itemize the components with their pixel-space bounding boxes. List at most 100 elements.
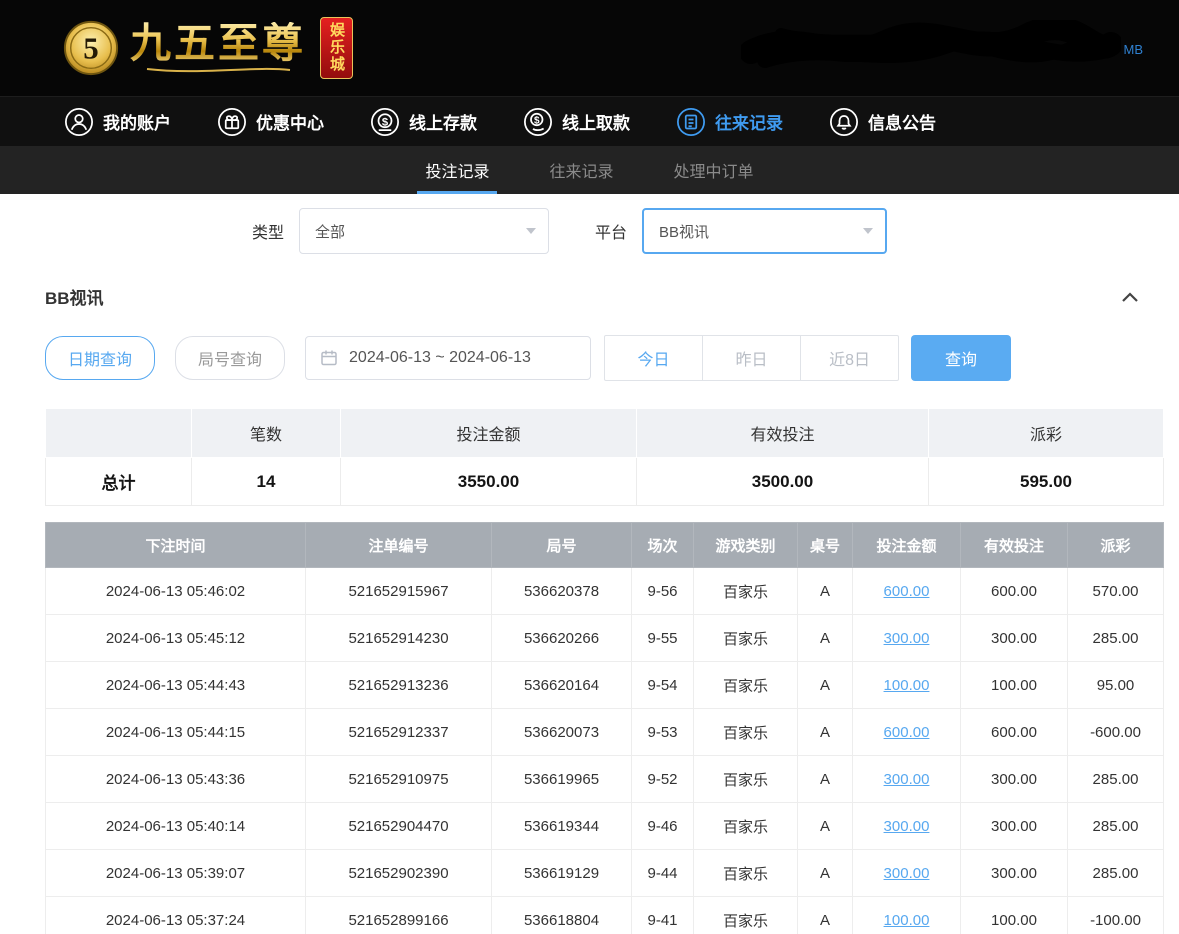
cell-table-no: A bbox=[798, 568, 853, 615]
yesterday-button[interactable]: 昨日 bbox=[702, 335, 801, 381]
col-table-no: 桌号 bbox=[798, 523, 853, 568]
bet-amount-link[interactable]: 300.00 bbox=[884, 818, 930, 835]
table-row: 2024-06-13 05:37:24 521652899166 5366188… bbox=[46, 897, 1164, 934]
cell-bet-id: 521652913236 bbox=[306, 662, 492, 709]
col-valid-bet: 有效投注 bbox=[961, 523, 1068, 568]
cell-bet-id: 521652910975 bbox=[306, 756, 492, 803]
svg-text:$: $ bbox=[534, 115, 540, 126]
cell-valid-bet: 300.00 bbox=[961, 850, 1068, 897]
cell-bet-id: 521652915967 bbox=[306, 568, 492, 615]
summary-header-count: 笔数 bbox=[192, 409, 341, 458]
cell-valid-bet: 300.00 bbox=[961, 756, 1068, 803]
cell-round-id: 536619344 bbox=[492, 803, 632, 850]
cell-table-no: A bbox=[798, 662, 853, 709]
coin-logo-icon: 5 bbox=[62, 19, 120, 77]
cell-bet-time: 2024-06-13 05:43:36 bbox=[46, 756, 306, 803]
table-row: 2024-06-13 05:44:15 521652912337 5366200… bbox=[46, 709, 1164, 756]
cell-session: 9-56 bbox=[632, 568, 694, 615]
tab-label: 处理中订单 bbox=[674, 158, 754, 182]
cell-bet-amount: 300.00 bbox=[853, 615, 961, 662]
nav-item-withdraw[interactable]: $ 线上取款 bbox=[523, 107, 630, 137]
cell-bet-time: 2024-06-13 05:44:43 bbox=[46, 662, 306, 709]
nav-item-transaction-records[interactable]: 往来记录 bbox=[676, 107, 783, 137]
summary-header-valid-bet: 有效投注 bbox=[637, 409, 929, 458]
cell-table-no: A bbox=[798, 803, 853, 850]
cell-valid-bet: 100.00 bbox=[961, 897, 1068, 934]
summary-payout: 595.00 bbox=[929, 458, 1164, 506]
bet-amount-link[interactable]: 600.00 bbox=[884, 583, 930, 600]
cell-session: 9-44 bbox=[632, 850, 694, 897]
redacted-area bbox=[741, 20, 1121, 76]
cell-bet-id: 521652904470 bbox=[306, 803, 492, 850]
nav-label: 往来记录 bbox=[715, 109, 783, 134]
chevron-down-icon bbox=[526, 228, 536, 234]
section-header: BB视讯 bbox=[0, 254, 1179, 309]
summary-table: 笔数 投注金额 有效投注 派彩 总计 14 3550.00 3500.00 59… bbox=[45, 408, 1164, 506]
bet-amount-link[interactable]: 300.00 bbox=[884, 865, 930, 882]
collapse-button[interactable] bbox=[1121, 291, 1139, 303]
bet-amount-link[interactable]: 100.00 bbox=[884, 912, 930, 929]
currency-suffix: MB bbox=[1124, 42, 1144, 57]
top-header: 5 九五至尊 娱乐城 MB bbox=[0, 0, 1179, 96]
date-query-button[interactable]: 日期查询 bbox=[45, 336, 155, 380]
cell-payout: 570.00 bbox=[1068, 568, 1164, 615]
platform-filter-label: 平台 bbox=[595, 219, 627, 243]
col-payout: 派彩 bbox=[1068, 523, 1164, 568]
cell-bet-amount: 600.00 bbox=[853, 709, 961, 756]
cell-session: 9-54 bbox=[632, 662, 694, 709]
cell-round-id: 536620266 bbox=[492, 615, 632, 662]
platform-select[interactable]: BB视讯 bbox=[642, 208, 887, 254]
cell-payout: 95.00 bbox=[1068, 662, 1164, 709]
cell-game-type: 百家乐 bbox=[694, 897, 798, 934]
summary-header-bet-amount: 投注金额 bbox=[341, 409, 637, 458]
cell-bet-id: 521652902390 bbox=[306, 850, 492, 897]
cell-session: 9-53 bbox=[632, 709, 694, 756]
cell-payout: -100.00 bbox=[1068, 897, 1164, 934]
nav-label: 我的账户 bbox=[103, 109, 171, 134]
logo[interactable]: 5 九五至尊 娱乐城 bbox=[62, 17, 353, 79]
nav-item-deposit[interactable]: $ 线上存款 bbox=[370, 107, 477, 137]
svg-text:$: $ bbox=[382, 116, 389, 128]
today-button[interactable]: 今日 bbox=[604, 335, 703, 381]
nav-label: 线上取款 bbox=[562, 109, 630, 134]
brand-flourish bbox=[143, 65, 293, 74]
type-select[interactable]: 全部 bbox=[299, 208, 549, 254]
summary-bet-amount: 3550.00 bbox=[341, 458, 637, 506]
tab-processing-orders[interactable]: 处理中订单 bbox=[666, 146, 762, 194]
round-query-button[interactable]: 局号查询 bbox=[175, 336, 285, 380]
bet-amount-link[interactable]: 100.00 bbox=[884, 677, 930, 694]
bet-amount-link[interactable]: 600.00 bbox=[884, 724, 930, 741]
nav-item-my-account[interactable]: 我的账户 bbox=[64, 107, 171, 137]
cell-game-type: 百家乐 bbox=[694, 568, 798, 615]
cell-bet-amount: 300.00 bbox=[853, 850, 961, 897]
bet-amount-link[interactable]: 300.00 bbox=[884, 771, 930, 788]
cell-payout: 285.00 bbox=[1068, 615, 1164, 662]
gift-icon bbox=[217, 107, 247, 137]
cell-table-no: A bbox=[798, 709, 853, 756]
cell-session: 9-46 bbox=[632, 803, 694, 850]
cell-game-type: 百家乐 bbox=[694, 803, 798, 850]
cell-payout: 285.00 bbox=[1068, 803, 1164, 850]
cell-payout: 285.00 bbox=[1068, 756, 1164, 803]
date-range-input[interactable]: 2024-06-13 ~ 2024-06-13 bbox=[305, 336, 591, 380]
bet-amount-link[interactable]: 300.00 bbox=[884, 630, 930, 647]
cell-session: 9-41 bbox=[632, 897, 694, 934]
table-row: 2024-06-13 05:39:07 521652902390 5366191… bbox=[46, 850, 1164, 897]
cell-round-id: 536620378 bbox=[492, 568, 632, 615]
tab-transaction-records[interactable]: 往来记录 bbox=[541, 146, 621, 194]
summary-header-payout: 派彩 bbox=[929, 409, 1164, 458]
tab-bet-records[interactable]: 投注记录 bbox=[417, 146, 497, 194]
cell-bet-amount: 300.00 bbox=[853, 803, 961, 850]
col-round-id: 局号 bbox=[492, 523, 632, 568]
cell-round-id: 536619965 bbox=[492, 756, 632, 803]
tab-label: 投注记录 bbox=[425, 158, 489, 182]
type-filter-label: 类型 bbox=[252, 219, 284, 243]
nav-item-announcements[interactable]: 信息公告 bbox=[829, 107, 936, 137]
cell-bet-amount: 100.00 bbox=[853, 897, 961, 934]
last-8-days-button[interactable]: 近8日 bbox=[800, 335, 899, 381]
nav-item-promotions[interactable]: 优惠中心 bbox=[217, 107, 324, 137]
search-button[interactable]: 查询 bbox=[911, 335, 1011, 381]
query-controls: 日期查询 局号查询 2024-06-13 ~ 2024-06-13 今日 昨日 … bbox=[0, 309, 1179, 381]
bet-table-body: 2024-06-13 05:46:02 521652915967 5366203… bbox=[46, 568, 1164, 934]
table-row: 2024-06-13 05:45:12 521652914230 5366202… bbox=[46, 615, 1164, 662]
